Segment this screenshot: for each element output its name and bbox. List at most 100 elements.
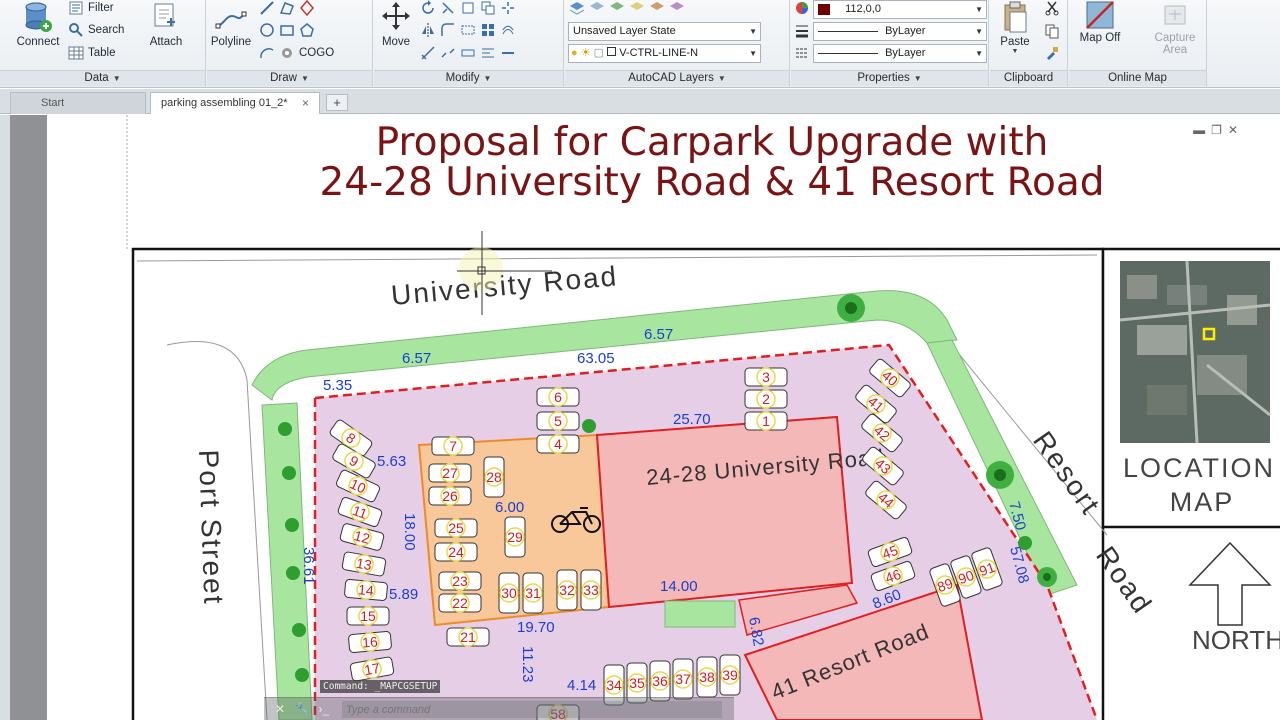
polygon-icon	[279, 2, 294, 15]
array-icon[interactable]	[480, 22, 496, 38]
parking-space-37: 37	[672, 658, 694, 700]
dim-6-57-b: 6.57	[644, 326, 673, 343]
panel-modify-title[interactable]: Modify ▼	[374, 70, 563, 86]
diamond-icon	[300, 0, 314, 16]
tab-parking-assembling[interactable]: parking assembling 01_2* ×	[150, 92, 320, 114]
map-off-button[interactable]: Map Off	[1075, 0, 1125, 44]
polyline-label: Polyline	[210, 36, 252, 48]
erase-icon[interactable]	[460, 0, 476, 16]
fillet-icon[interactable]	[440, 22, 456, 38]
panel-layers-title[interactable]: AutoCAD Layers ▼	[565, 70, 789, 86]
panel-clipboard-title[interactable]: Clipboard	[990, 70, 1067, 86]
space-number: 28	[486, 469, 502, 485]
mirror-icon[interactable]	[420, 22, 436, 38]
chevron-down-icon: ▼	[975, 5, 983, 14]
tab-start[interactable]: Start	[10, 92, 146, 114]
lightbulb-icon: ●	[571, 47, 578, 59]
dim-63-05: 63.05	[577, 350, 615, 367]
wrench-icon[interactable]: 🔧	[294, 701, 310, 717]
panel-properties-title[interactable]: Properties ▼	[791, 70, 988, 86]
space-number: 2	[762, 391, 770, 407]
polyline-button[interactable]: Polyline	[207, 0, 255, 48]
attach-button[interactable]: Attach	[141, 0, 191, 48]
close-icon[interactable]: ×	[302, 93, 309, 114]
lineweight-icon[interactable]	[794, 23, 810, 39]
layer-select[interactable]: ● ☀ ▢ V-CTRL-LINE-N ▼	[568, 44, 761, 63]
parking-space-22: 22	[438, 593, 482, 613]
move-label: Move	[381, 36, 411, 48]
modify-tools-row1	[420, 0, 516, 16]
layer-tools-row	[569, 0, 685, 16]
panel-draw-title[interactable]: Draw ▼	[207, 70, 372, 86]
connect-label: Connect	[16, 36, 60, 48]
space-number: 23	[452, 573, 468, 589]
tab-active-label: parking assembling 01_2*	[161, 97, 288, 109]
space-number: 30	[501, 585, 517, 601]
command-prompt-icon[interactable]: ›_	[316, 701, 332, 717]
layer-properties-icon[interactable]	[569, 0, 585, 16]
space-number: 39	[722, 667, 738, 683]
panel-modify: Move Modify ▼	[374, 0, 564, 88]
color-select[interactable]: 112,0,0 ▼	[813, 0, 987, 19]
stretch-icon[interactable]	[460, 22, 476, 38]
layer-state-select[interactable]: Unsaved Layer State ▼	[568, 22, 761, 41]
align-icon[interactable]	[480, 45, 496, 61]
close-icon[interactable]: ✕	[272, 701, 288, 717]
parking-space-26: 26	[428, 486, 472, 506]
join-icon[interactable]	[460, 45, 476, 61]
space-number: 4	[554, 436, 562, 452]
layer-freeze-icon[interactable]	[629, 0, 645, 16]
command-history: Command: _MAPCGSETUP	[320, 680, 441, 693]
linetype-icon[interactable]	[794, 45, 810, 61]
chevron-down-icon: ▼	[483, 74, 492, 83]
panel-online-map-title-text: Online Map	[1108, 72, 1167, 84]
move-button[interactable]: Move	[376, 0, 416, 48]
copy-icon[interactable]	[480, 0, 496, 16]
panel-data-title[interactable]: Data ▼	[0, 70, 205, 86]
scale-icon[interactable]	[420, 45, 436, 61]
capture-area-button[interactable]: Capture Area	[1147, 0, 1203, 56]
layer-lock-icon[interactable]	[669, 0, 685, 16]
space-number: 37	[675, 671, 691, 687]
line-tool[interactable]	[259, 0, 315, 16]
circle-icon	[260, 23, 274, 37]
circle-tool[interactable]	[259, 22, 315, 38]
connect-button[interactable]: Connect	[14, 0, 62, 48]
dim-19-70: 19.70	[517, 619, 555, 636]
color-wheel-icon[interactable]	[794, 0, 810, 16]
pentagon-icon	[300, 23, 314, 37]
offset-icon[interactable]	[500, 22, 516, 38]
lengthen-icon[interactable]	[500, 45, 516, 61]
search-button[interactable]: Search	[68, 22, 124, 38]
drawing-canvas[interactable]: ▬❐✕ Proposal for Carpark Upgrade with 24…	[47, 115, 1280, 720]
layer-off-icon[interactable]	[649, 0, 665, 16]
cogo-button[interactable]: COGO	[259, 45, 334, 61]
panel-properties-title-text: Properties	[857, 72, 910, 84]
parking-space-27: 27	[428, 463, 472, 483]
table-button[interactable]: Table	[68, 45, 116, 61]
trim-icon[interactable]	[440, 0, 456, 16]
command-input[interactable]	[342, 701, 722, 718]
rotate-icon[interactable]	[420, 0, 436, 16]
linetype-select[interactable]: ByLayer ▼	[813, 44, 987, 63]
current-layer-value: V-CTRL-LINE-N	[619, 47, 699, 59]
lineweight-select[interactable]: ByLayer ▼	[813, 22, 987, 41]
break-icon[interactable]	[440, 45, 456, 61]
parking-space-5: 5	[536, 411, 580, 431]
ribbon: Connect Filter Search Table Data ▼ Attach	[0, 0, 1280, 88]
copy-clip-icon[interactable]	[1044, 23, 1060, 39]
polyline-icon	[215, 11, 247, 29]
match-properties-icon[interactable]	[1044, 45, 1060, 61]
layer-match-icon[interactable]	[609, 0, 625, 16]
cut-icon[interactable]	[1044, 0, 1060, 16]
paste-button[interactable]: Paste ▼	[994, 0, 1036, 55]
space-number: 5	[554, 413, 562, 429]
filter-button[interactable]: Filter	[68, 0, 114, 16]
panel-online-map-title[interactable]: Online Map	[1069, 70, 1206, 86]
explode-icon[interactable]	[500, 0, 516, 16]
layer-isolate-icon[interactable]	[589, 0, 605, 16]
new-tab-button[interactable]: +	[326, 94, 348, 111]
parking-space-33: 33	[580, 569, 602, 611]
parking-space-14: 14	[344, 579, 388, 601]
line-sample	[818, 30, 878, 32]
